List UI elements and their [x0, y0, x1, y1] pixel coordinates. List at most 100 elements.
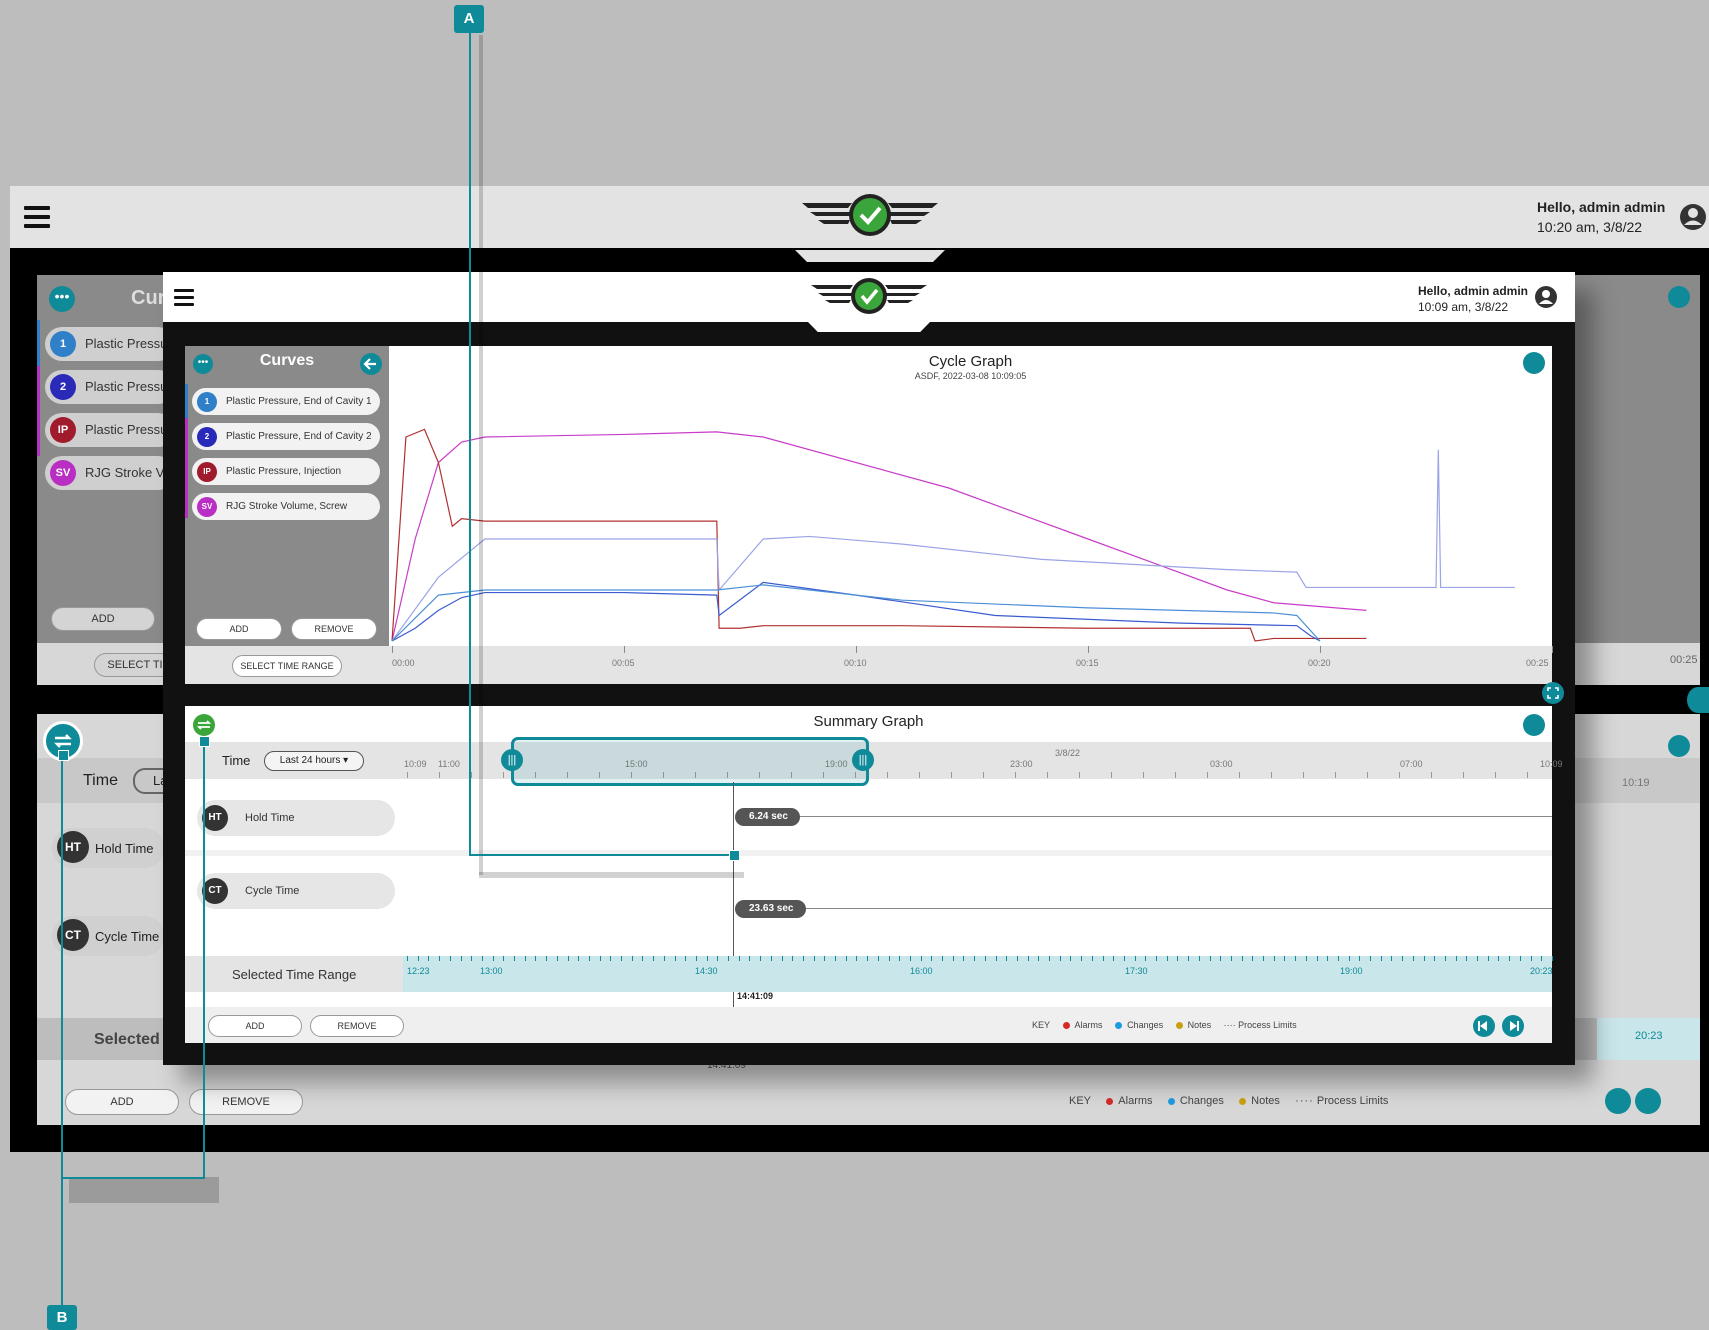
grid-menu-icon[interactable] — [1668, 735, 1690, 757]
range-tick-label: 12:23 — [407, 966, 430, 976]
range-end-handle-icon[interactable]: ||| — [852, 749, 874, 771]
key-label: KEY — [1032, 1020, 1051, 1030]
range-tick-mark — [578, 956, 580, 961]
range-tick-mark — [642, 956, 644, 961]
range-tick-mark — [1477, 956, 1478, 961]
range-tick-mark — [417, 956, 419, 961]
select-time-range-button[interactable]: SELECT TIME RANGE — [232, 655, 342, 677]
grid-menu-icon[interactable] — [1523, 352, 1545, 374]
x-tick-label: 00:25 — [1526, 658, 1549, 668]
user-account-icon[interactable] — [1534, 285, 1558, 309]
time-tick-mark — [887, 772, 888, 778]
previous-icon[interactable] — [1605, 1088, 1631, 1114]
summary-graph-panel: Summary Graph Time Last 24 hours ▾ 10:09… — [185, 706, 1563, 1043]
cycle-graph-title: Cycle Graph — [928, 353, 1013, 370]
range-tick-mark — [663, 956, 665, 961]
callout-a-anchor — [729, 850, 740, 861]
range-tick-mark — [1348, 956, 1350, 961]
x-tick-label: 00:10 — [844, 658, 867, 668]
range-tick-mark — [685, 956, 687, 961]
curve-item[interactable]: Plastic Pressure, End of Cavity 1 — [192, 388, 380, 415]
time-tick-mark — [1111, 772, 1112, 778]
metric-label: Cycle Time — [95, 929, 160, 944]
range-tick-mark — [1188, 956, 1190, 961]
grid-menu-icon[interactable] — [1668, 286, 1690, 308]
curve-item[interactable]: Plastic Pressure, End of Cavity 2 — [192, 423, 380, 450]
datetime-text: 10:20 am, 3/8/22 — [1537, 219, 1643, 235]
range-start-handle-icon[interactable]: ||| — [501, 749, 523, 771]
add-metric-button[interactable]: ADD — [208, 1015, 302, 1037]
add-button[interactable]: ADD — [51, 607, 155, 631]
range-tick-mark — [1263, 956, 1264, 961]
grid-menu-icon[interactable] — [1523, 714, 1545, 736]
range-tick-mark — [717, 956, 719, 961]
expand-icon[interactable] — [1542, 682, 1564, 704]
cycle-series-line-2 — [391, 428, 1367, 642]
expand-icon[interactable] — [1687, 687, 1709, 713]
range-tick-mark — [888, 956, 890, 961]
menu-icon[interactable] — [24, 206, 50, 233]
x-tick-label: 00:05 — [612, 658, 635, 668]
range-tick-mark — [1016, 956, 1018, 961]
user-account-icon[interactable] — [1678, 202, 1708, 232]
range-tick-label: 13:00 — [480, 966, 503, 976]
remove-metric-button[interactable]: REMOVE — [310, 1015, 404, 1037]
curve-badge: 1 — [50, 331, 76, 357]
range-tick-label: 19:00 — [1340, 966, 1363, 976]
back-arrow-icon[interactable] — [360, 353, 382, 375]
remove-button[interactable]: REMOVE — [189, 1089, 303, 1115]
range-tick-mark — [481, 956, 483, 961]
range-tick-mark — [1466, 956, 1468, 961]
range-tick-mark — [1102, 956, 1104, 961]
time-tick-label: 11:00 — [438, 759, 460, 769]
range-tick-mark — [931, 956, 933, 961]
menu-icon[interactable] — [174, 289, 194, 310]
notes-label: Notes — [1251, 1095, 1280, 1107]
notes-dot-icon — [1175, 1022, 1183, 1030]
range-tick-mark — [653, 956, 655, 961]
callout-a-leader — [469, 854, 734, 856]
range-tick-mark — [1156, 956, 1157, 961]
range-tick-mark — [835, 956, 836, 961]
add-button[interactable]: ADD — [65, 1089, 179, 1115]
range-tick-mark — [524, 956, 526, 961]
range-tick-mark — [899, 956, 901, 961]
cycle-series-line-3 — [391, 449, 1515, 642]
callout-b-anchor — [58, 750, 69, 761]
remove-curve-button[interactable]: REMOVE — [291, 618, 377, 640]
range-tick-mark — [546, 956, 548, 961]
range-tick-mark — [1509, 956, 1511, 961]
x-tick-mark — [856, 646, 857, 653]
range-tick-mark — [567, 956, 569, 961]
time-tick-mark — [1047, 772, 1048, 778]
range-tick-mark — [738, 956, 740, 961]
range-tick-mark — [920, 956, 922, 961]
add-curve-button[interactable]: ADD — [196, 618, 282, 640]
range-tick-mark — [1295, 956, 1297, 961]
background-app-header: Hello, admin admin 10:20 am, 3/8/22 — [10, 186, 1709, 248]
cycle-graph-subtitle: ASDF, 2022-03-08 10:09:05 — [914, 371, 1027, 381]
next-icon[interactable] — [1502, 1015, 1524, 1037]
time-range-selector[interactable] — [511, 737, 869, 786]
curve-item[interactable]: Plastic Pressure, Injection — [192, 458, 380, 485]
time-tick-label: 10:09 — [404, 759, 427, 769]
time-tick-mark — [1239, 772, 1240, 778]
curve-item[interactable]: RJG Stroke Volume, Screw — [192, 493, 380, 520]
greeting-text: Hello, admin admin — [1418, 284, 1529, 298]
range-tick-mark — [824, 956, 826, 961]
range-tick-mark — [942, 956, 943, 961]
range-tick-mark — [1284, 956, 1286, 961]
curve-badge: 1 — [197, 392, 217, 412]
header-tab — [808, 322, 930, 332]
range-tick-mark — [728, 956, 729, 961]
next-icon[interactable] — [1635, 1088, 1661, 1114]
curve-badge: IP — [50, 417, 76, 443]
curves-panel: ••• Curves Plastic Pressure, End of Cavi… — [185, 346, 389, 684]
time-label: Time — [83, 772, 118, 789]
time-tick-mark — [1303, 772, 1304, 778]
more-options-icon[interactable]: ••• — [49, 286, 75, 312]
time-range-select[interactable]: Last 24 hours ▾ — [264, 751, 364, 771]
range-tick-mark — [492, 956, 494, 961]
previous-icon[interactable] — [1473, 1015, 1495, 1037]
time-tick-mark — [471, 772, 472, 778]
